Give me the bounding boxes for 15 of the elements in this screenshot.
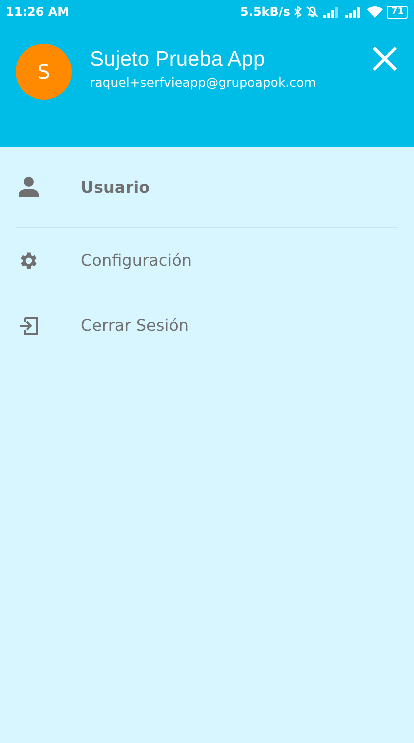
bluetooth-icon [294, 6, 302, 18]
user-email: raquel+serfvieapp@grupoapok.com [90, 75, 318, 90]
status-time: 11:26 AM [6, 5, 70, 19]
menu-item[interactable]: Cerrar Sesión [0, 293, 414, 358]
network-speed: 5.5kB/s [240, 5, 290, 19]
wifi-icon [367, 6, 384, 18]
menu-item[interactable]: Configuración [0, 228, 414, 293]
battery-indicator: 71 [387, 6, 408, 18]
close-icon[interactable] [372, 46, 398, 72]
avatar: S [16, 44, 72, 100]
muted-bell-icon [306, 6, 320, 18]
person-icon [18, 176, 40, 198]
menu-item[interactable]: Usuario [0, 147, 414, 227]
user-name: Sujeto Prueba App [90, 48, 266, 72]
sign-in-icon [18, 314, 40, 336]
